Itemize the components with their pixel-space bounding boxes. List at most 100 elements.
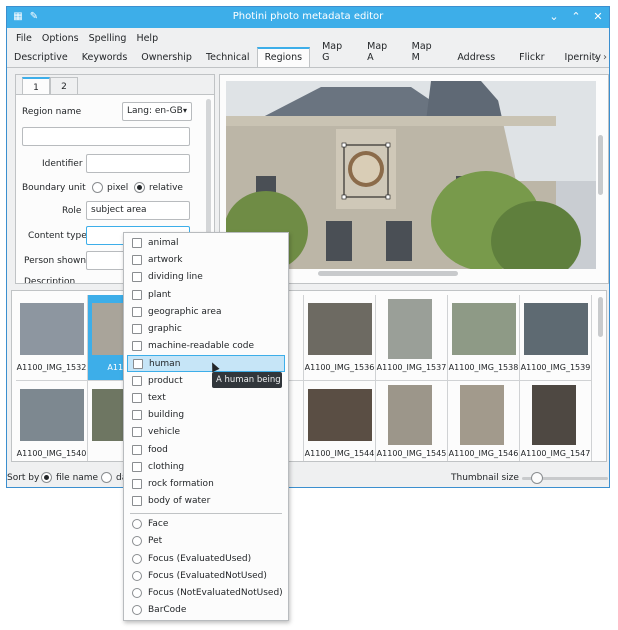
identifier-input[interactable] — [86, 154, 190, 173]
relative-radio[interactable] — [134, 182, 145, 193]
checkbox-icon — [132, 238, 142, 248]
checkbox-icon — [132, 410, 142, 420]
menu-bar: File Options Spelling Help — [7, 28, 609, 48]
menu-item-focus-evaluated-used[interactable]: Focus (EvaluatedUsed) — [124, 551, 288, 568]
tooltip: A human being — [212, 372, 282, 388]
content-type-label: Content type — [28, 231, 87, 241]
checkbox-icon — [132, 255, 142, 265]
thumbnail[interactable]: A1100_IMG_1547 — [520, 381, 592, 461]
menu-item-body-of-water[interactable]: body of water — [124, 493, 288, 510]
checkbox-icon — [132, 479, 142, 489]
menu-item-building[interactable]: building — [124, 407, 288, 424]
checkbox-icon — [132, 427, 142, 437]
checkbox-icon — [132, 272, 142, 282]
menu-item-plant[interactable]: plant — [124, 287, 288, 304]
menu-item-pet[interactable]: Pet — [124, 533, 288, 550]
menu-separator — [130, 513, 282, 514]
person-shown-input[interactable] — [86, 251, 126, 270]
image-v-scrollbar[interactable] — [598, 135, 603, 195]
relative-label: relative — [149, 183, 183, 193]
sort-by-label: Sort by — [7, 473, 40, 483]
menu-item-machine-readable-code[interactable]: machine-readable code — [124, 338, 288, 355]
menu-item-dividing-line[interactable]: dividing line — [124, 269, 288, 286]
tab-keywords[interactable]: Keywords — [75, 49, 135, 67]
thumbnail-scrollbar[interactable] — [598, 297, 603, 337]
boundary-unit-label: Boundary unit — [22, 183, 86, 193]
thumbnail[interactable]: A1100_IMG_1545 — [376, 381, 448, 461]
thumbnail-size-slider[interactable] — [531, 472, 543, 484]
close-icon[interactable]: ✕ — [591, 10, 605, 24]
menu-item-human[interactable]: human — [127, 355, 285, 372]
thumbnail[interactable]: A1100_IMG_1538 — [448, 295, 520, 381]
thumbnail[interactable]: A1100_IMG_1532 — [16, 295, 88, 381]
menu-help[interactable]: Help — [131, 33, 163, 44]
checkbox-icon — [132, 307, 142, 317]
menu-item-animal[interactable]: animal — [124, 235, 288, 252]
menu-item-artwork[interactable]: artwork — [124, 252, 288, 269]
thumbnail[interactable]: A1100_IMG_1537 — [376, 295, 448, 381]
checkbox-icon — [132, 324, 142, 334]
tab-address[interactable]: Address — [445, 49, 507, 67]
menu-item-rock-formation[interactable]: rock formation — [124, 476, 288, 493]
checkbox-icon — [132, 393, 142, 403]
menu-item-text[interactable]: text — [124, 390, 288, 407]
checkbox-icon — [132, 290, 142, 300]
menu-item-graphic[interactable]: graphic — [124, 321, 288, 338]
title-bar: ▦ ✎ Photini photo metadata editor ⌄ ⌃ ✕ — [7, 7, 609, 28]
checkbox-icon — [132, 341, 142, 351]
region-tab-2[interactable]: 2 — [50, 77, 78, 94]
menu-item-face[interactable]: Face — [124, 516, 288, 533]
tab-regions[interactable]: Regions — [256, 47, 311, 67]
radio-icon — [132, 519, 142, 529]
radio-icon — [132, 605, 142, 615]
menu-item-food[interactable]: food — [124, 442, 288, 459]
image-h-scrollbar[interactable] — [318, 271, 458, 276]
tab-map-g[interactable]: Map G — [310, 38, 355, 67]
tab-map-m[interactable]: Map M — [400, 38, 446, 67]
pixel-radio[interactable] — [92, 182, 103, 193]
region-name-input[interactable] — [22, 127, 190, 146]
region-name-label: Region name — [22, 107, 82, 117]
chevron-down-icon: ▾ — [182, 106, 187, 115]
radio-icon — [132, 571, 142, 581]
thumbnail[interactable]: A1100_IMG_1540 — [16, 381, 88, 461]
menu-item-barcode[interactable]: BarCode — [124, 602, 288, 619]
role-input[interactable]: subject area — [86, 201, 190, 220]
region-tab-1[interactable]: 1 — [22, 77, 50, 94]
menu-spelling[interactable]: Spelling — [84, 33, 132, 44]
lang-combo[interactable]: Lang: en-GB ▾ — [122, 102, 192, 121]
thumbnail[interactable]: A1100_IMG_1536 — [304, 295, 376, 381]
main-tabs: Descriptive Keywords Ownership Technical… — [7, 41, 609, 68]
tab-flickr[interactable]: Flickr — [507, 49, 556, 67]
menu-item-focus-not-evaluated-not-used[interactable]: Focus (NotEvaluatedNotUsed) — [124, 585, 288, 602]
radio-icon — [132, 588, 142, 598]
tab-scroll-left-icon[interactable]: ‹ — [594, 52, 598, 63]
tab-scroll-right-icon[interactable]: › — [603, 52, 607, 63]
radio-icon — [132, 536, 142, 546]
status-bar: Sort by file name da Thumbnail size — [7, 467, 609, 487]
tab-map-a[interactable]: Map A — [355, 38, 400, 67]
checkbox-icon — [132, 445, 142, 455]
form-scrollbar[interactable] — [206, 99, 211, 254]
tab-ownership[interactable]: Ownership — [134, 49, 199, 67]
thumbnail[interactable]: A1100_IMG_1546 — [448, 381, 520, 461]
minimize-icon[interactable]: ⌄ — [547, 10, 561, 24]
menu-file[interactable]: File — [11, 33, 37, 44]
menu-item-geographic-area[interactable]: geographic area — [124, 304, 288, 321]
thumbnail[interactable]: A1100_IMG_1539 — [520, 295, 592, 381]
thumbnail-size-label: Thumbnail size — [451, 473, 519, 483]
menu-item-vehicle[interactable]: vehicle — [124, 424, 288, 441]
tab-descriptive[interactable]: Descriptive — [7, 49, 75, 67]
pixel-label: pixel — [107, 183, 129, 193]
menu-item-focus-evaluated-not-used[interactable]: Focus (EvaluatedNotUsed) — [124, 568, 288, 585]
person-shown-label: Person shown — [24, 256, 87, 266]
thumbnail[interactable]: A1100_IMG_1544 — [304, 381, 376, 461]
maximize-icon[interactable]: ⌃ — [569, 10, 583, 24]
sort-date-radio[interactable] — [101, 472, 112, 483]
menu-options[interactable]: Options — [37, 33, 84, 44]
sort-file-name-radio[interactable] — [41, 472, 52, 483]
tab-technical[interactable]: Technical — [199, 49, 257, 67]
checkbox-icon — [132, 462, 142, 472]
sort-file-name-label: file name — [56, 473, 99, 483]
menu-item-clothing[interactable]: clothing — [124, 459, 288, 476]
